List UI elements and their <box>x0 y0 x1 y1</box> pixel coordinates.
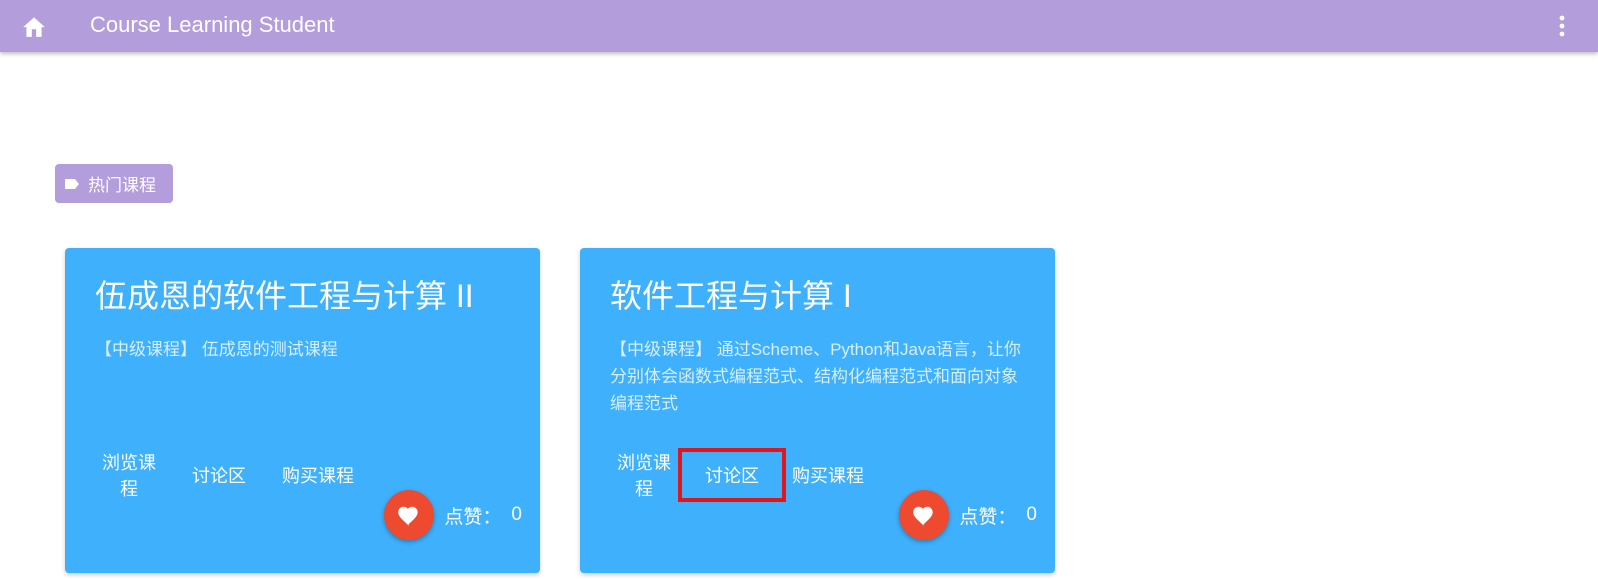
more-vert-icon <box>1559 15 1565 37</box>
like-label: 点赞： <box>444 506 502 528</box>
heart-icon <box>398 506 419 526</box>
like-count: 0 <box>511 504 522 525</box>
discussion-button[interactable]: 讨论区 <box>163 456 275 494</box>
app-bar: Course Learning Student <box>0 0 1598 52</box>
heart-icon <box>913 506 934 526</box>
like-row: 点赞： 0 <box>899 490 1037 540</box>
buy-course-button[interactable]: 购买课程 <box>275 456 361 494</box>
browse-course-button[interactable]: 浏览课程 <box>592 453 678 499</box>
like-label: 点赞： <box>959 506 1017 528</box>
browse-course-button[interactable]: 浏览课程 <box>77 453 163 499</box>
tag-label: 热门课程 <box>88 176 156 195</box>
course-card: 伍成恩的软件工程与计算 II 【中级课程】 伍成恩的测试课程 浏览课程 讨论区 … <box>65 248 540 573</box>
course-title: 软件工程与计算 I <box>610 278 852 314</box>
like-button[interactable] <box>899 490 950 540</box>
course-description: 【中级课程】 伍成恩的测试课程 <box>95 340 338 359</box>
label-icon <box>64 178 80 190</box>
like-row: 点赞： 0 <box>384 490 522 540</box>
course-actions: 浏览课程 讨论区 购买课程 <box>95 453 361 499</box>
discussion-button[interactable]: 讨论区 <box>678 448 786 502</box>
course-description: 【中级课程】 通过Scheme、Python和Java语言，让你分别体会函数式编… <box>610 340 1021 413</box>
course-title: 伍成恩的软件工程与计算 II <box>95 278 474 314</box>
course-actions: 浏览课程 讨论区 购买课程 <box>610 448 870 502</box>
app-title: Course Learning Student <box>90 12 335 37</box>
buy-course-button[interactable]: 购买课程 <box>786 456 870 494</box>
like-count: 0 <box>1026 504 1037 525</box>
home-button[interactable] <box>14 6 54 46</box>
hot-courses-tag: 热门课程 <box>55 164 173 203</box>
home-icon <box>23 17 45 37</box>
more-menu-button[interactable] <box>1548 6 1576 46</box>
like-button[interactable] <box>384 490 435 540</box>
course-card: 软件工程与计算 I 【中级课程】 通过Scheme、Python和Java语言，… <box>580 248 1055 573</box>
